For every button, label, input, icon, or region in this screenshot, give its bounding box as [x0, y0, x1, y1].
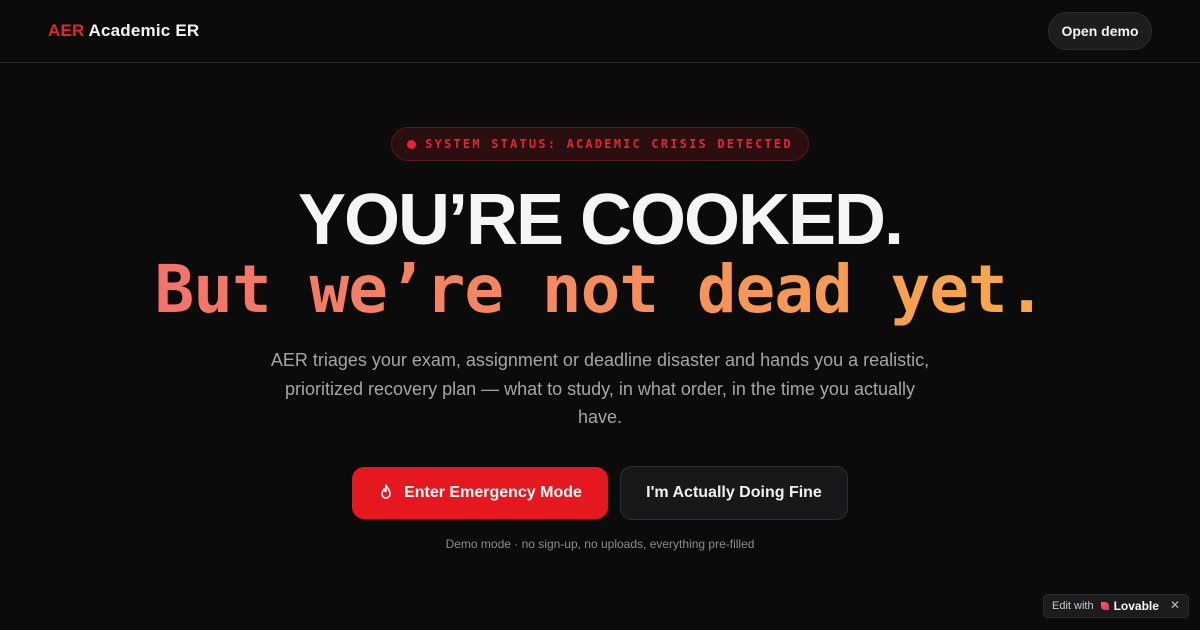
status-text: SYSTEM STATUS: ACADEMIC CRISIS DETECTED	[425, 137, 793, 151]
brand-abbr: AER	[48, 21, 85, 40]
badge-prefix: Edit with	[1052, 600, 1094, 612]
headline-secondary-text: But we’re not dead yet.	[154, 251, 1047, 328]
lovable-heart-icon	[1100, 602, 1109, 610]
close-icon[interactable]: ✕	[1170, 598, 1180, 612]
landing-page: AER Academic ER Open demo SYSTEM STATUS: …	[0, 0, 1200, 630]
edit-with-lovable-badge[interactable]: Edit with Lovable ✕	[1043, 594, 1189, 618]
headline-secondary: But we’re not dead yet.	[0, 250, 1200, 330]
enter-emergency-mode-label: Enter Emergency Mode	[404, 484, 582, 501]
lovable-logo-text: Lovable	[1113, 599, 1159, 613]
demo-note: Demo mode · no sign-up, no uploads, ever…	[445, 537, 755, 551]
brand-name: Academic ER	[88, 21, 200, 40]
status-badge: SYSTEM STATUS: ACADEMIC CRISIS DETECTED	[391, 127, 809, 161]
flame-icon	[381, 484, 391, 499]
headline-primary: YOU’RE COOKED.	[297, 180, 904, 260]
open-demo-button[interactable]: Open demo	[1048, 12, 1152, 50]
enter-emergency-mode-button[interactable]: Enter Emergency Mode	[352, 467, 608, 519]
hero-description: AER triages your exam, assignment or dea…	[270, 350, 930, 427]
status-dot-icon	[407, 139, 417, 149]
top-bar: AER Academic ER Open demo	[0, 0, 1200, 63]
doing-fine-button[interactable]: I'm Actually Doing Fine	[620, 466, 848, 520]
brand-logo[interactable]: AER Academic ER	[48, 21, 199, 41]
